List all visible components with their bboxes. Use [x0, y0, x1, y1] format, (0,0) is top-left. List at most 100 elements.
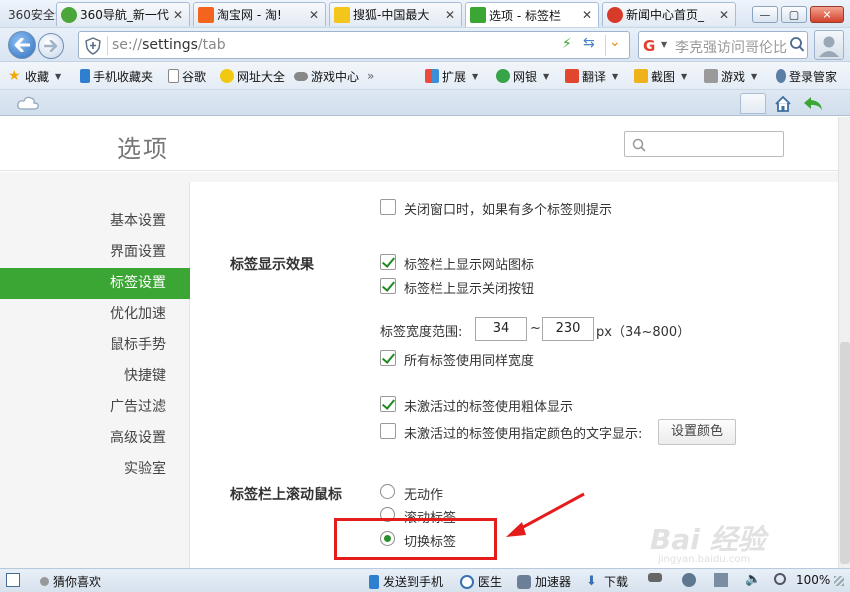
toolbar-login-manager[interactable]: 登录管家: [776, 68, 837, 84]
header-spacer: [0, 172, 838, 182]
tab-label: 选项 - 标签栏: [489, 8, 561, 23]
sidebar-item-tabs[interactable]: 标签设置: [0, 268, 190, 299]
close-icon[interactable]: ✕: [580, 8, 594, 22]
sidebar-item-mouse-gestures[interactable]: 鼠标手势: [0, 330, 190, 361]
download-button[interactable]: ⬇ 下载: [586, 573, 628, 590]
bold-inactive-checkbox[interactable]: [380, 396, 396, 412]
tab-360-nav[interactable]: 360导航_新一代 ✕: [56, 2, 190, 26]
guess-you-like[interactable]: 猜你喜欢: [40, 573, 101, 590]
bookmark-google[interactable]: 谷歌: [168, 68, 206, 84]
minimize-button[interactable]: —: [752, 6, 778, 23]
vertical-scrollbar[interactable]: [838, 117, 850, 568]
compat-switch-icon[interactable]: ⇆: [583, 35, 595, 51]
sidebar-item-speedup[interactable]: 优化加速: [0, 299, 190, 330]
doctor-button[interactable]: 医生: [460, 573, 502, 590]
bookmark-phone-favorites[interactable]: 手机收藏夹: [80, 68, 153, 84]
back-button[interactable]: [8, 31, 36, 59]
accelerator-button[interactable]: 加速器: [517, 573, 571, 590]
search-engine-icon[interactable]: G: [643, 37, 655, 55]
bookmark-favorites[interactable]: ★ 收藏 ▼: [8, 68, 61, 84]
radio-no-action[interactable]: [380, 484, 395, 499]
toolbar-screenshot[interactable]: 截图 ▼: [634, 68, 687, 84]
tab-width-max-input[interactable]: 230: [542, 317, 594, 341]
sidebar-item-basic[interactable]: 基本设置: [0, 206, 190, 237]
toolbar-extensions[interactable]: 扩展 ▼: [425, 68, 478, 84]
tab-width-tilde: ~: [530, 321, 541, 336]
zoom-level[interactable]: 100%: [796, 573, 830, 587]
navigation-bar: se://settings/tab ⚡ ⇆ ⌄ G ▼ 李克强访问哥伦比: [0, 28, 850, 62]
lightning-icon[interactable]: ⚡: [562, 36, 572, 52]
sidebar-item-lab[interactable]: 实验室: [0, 454, 190, 485]
address-dropdown-icon[interactable]: ⌄: [609, 34, 621, 50]
home-icon[interactable]: [774, 95, 792, 113]
tab-news-center[interactable]: 新闻中心首页_ ✕: [602, 2, 736, 26]
color-inactive-checkbox[interactable]: [380, 423, 396, 439]
cloud-icon[interactable]: [16, 95, 40, 111]
maximize-button[interactable]: ▢: [781, 6, 807, 23]
annotation-arrow-icon: [506, 492, 585, 537]
forward-button[interactable]: [38, 33, 64, 59]
undo-close-tab-icon[interactable]: [802, 95, 824, 113]
tab-taobao[interactable]: 淘宝网 - 淘! ✕: [193, 2, 326, 26]
globe-icon[interactable]: [682, 573, 700, 587]
close-window-prompt-checkbox[interactable]: [380, 199, 396, 215]
search-input[interactable]: 李克强访问哥伦比: [675, 37, 787, 57]
url-text[interactable]: se://settings/tab: [112, 37, 226, 53]
bookmark-label: 手机收藏夹: [93, 69, 154, 84]
bookmark-site-directory[interactable]: 网址大全: [220, 68, 285, 84]
new-tab-button[interactable]: [740, 93, 766, 114]
close-icon[interactable]: ✕: [171, 8, 185, 22]
search-icon: [632, 138, 646, 152]
tab-width-min-input[interactable]: 34: [475, 317, 527, 341]
close-window-button[interactable]: ✕: [810, 6, 844, 23]
user-avatar-button[interactable]: [814, 30, 844, 60]
set-color-button[interactable]: 设置颜色: [658, 419, 737, 445]
key-icon: [776, 69, 786, 83]
close-icon[interactable]: ✕: [717, 8, 731, 22]
bookmarks-more-icon[interactable]: »: [367, 68, 374, 84]
sidebar-item-shortcuts[interactable]: 快捷键: [0, 361, 190, 392]
sidebar-item-ad-filter[interactable]: 广告过滤: [0, 392, 190, 423]
watermark-text: Bai 经验: [650, 523, 766, 556]
chevron-down-icon: ▼: [612, 71, 619, 81]
window-cascade-icon[interactable]: [714, 573, 732, 587]
mask-icon[interactable]: [648, 573, 666, 582]
translate-icon: [565, 69, 579, 83]
address-divider-right: [605, 35, 606, 56]
sidebar-toggle-icon[interactable]: [6, 573, 24, 587]
resize-grip-icon[interactable]: [834, 576, 844, 586]
zoom-icon[interactable]: [774, 573, 790, 585]
sohu-icon: [334, 6, 350, 23]
scissors-icon: [634, 69, 648, 83]
sidebar-item-advanced[interactable]: 高级设置: [0, 423, 190, 454]
same-width-checkbox[interactable]: [380, 350, 396, 366]
close-icon[interactable]: ✕: [307, 8, 321, 22]
bookmark-game-center[interactable]: 游戏中心: [294, 68, 359, 84]
shield-icon[interactable]: [84, 37, 102, 55]
scrollbar-thumb[interactable]: [840, 342, 850, 564]
close-icon[interactable]: ✕: [443, 8, 457, 22]
show-site-icon-label: 标签栏上显示网站图标: [404, 258, 535, 273]
show-close-button-checkbox[interactable]: [380, 278, 396, 294]
tab-settings[interactable]: 选项 - 标签栏 ✕: [465, 2, 599, 27]
toolbar-online-banking[interactable]: 网银 ▼: [496, 68, 549, 84]
send-to-phone-button[interactable]: 发送到手机: [369, 573, 443, 590]
rocket-icon: [517, 574, 531, 589]
address-bar[interactable]: se://settings/tab ⚡ ⇆ ⌄: [78, 31, 630, 59]
volume-icon[interactable]: 🔈: [745, 573, 763, 587]
status-label: 加速器: [535, 575, 572, 589]
toolbar-games[interactable]: 游戏 ▼: [704, 68, 757, 84]
tab-sohu[interactable]: 搜狐-中国最大 ✕: [329, 2, 462, 26]
tab-label: 搜狐-中国最大: [353, 8, 430, 22]
status-label: 下载: [604, 575, 629, 589]
status-bar: 猜你喜欢 发送到手机 医生 加速器 ⬇ 下载 🔈 100%: [0, 568, 850, 592]
search-box[interactable]: G ▼ 李克强访问哥伦比: [638, 31, 808, 59]
show-site-icon-checkbox[interactable]: [380, 254, 396, 270]
search-icon[interactable]: [789, 36, 805, 54]
phone-send-icon: [369, 574, 379, 589]
sidebar-item-interface[interactable]: 界面设置: [0, 237, 190, 268]
back-arrow-icon: [14, 38, 30, 52]
toolbar-translate[interactable]: 翻译 ▼: [565, 68, 618, 84]
settings-search-input[interactable]: [624, 131, 784, 157]
search-engine-dropdown-icon[interactable]: ▼: [661, 40, 667, 49]
